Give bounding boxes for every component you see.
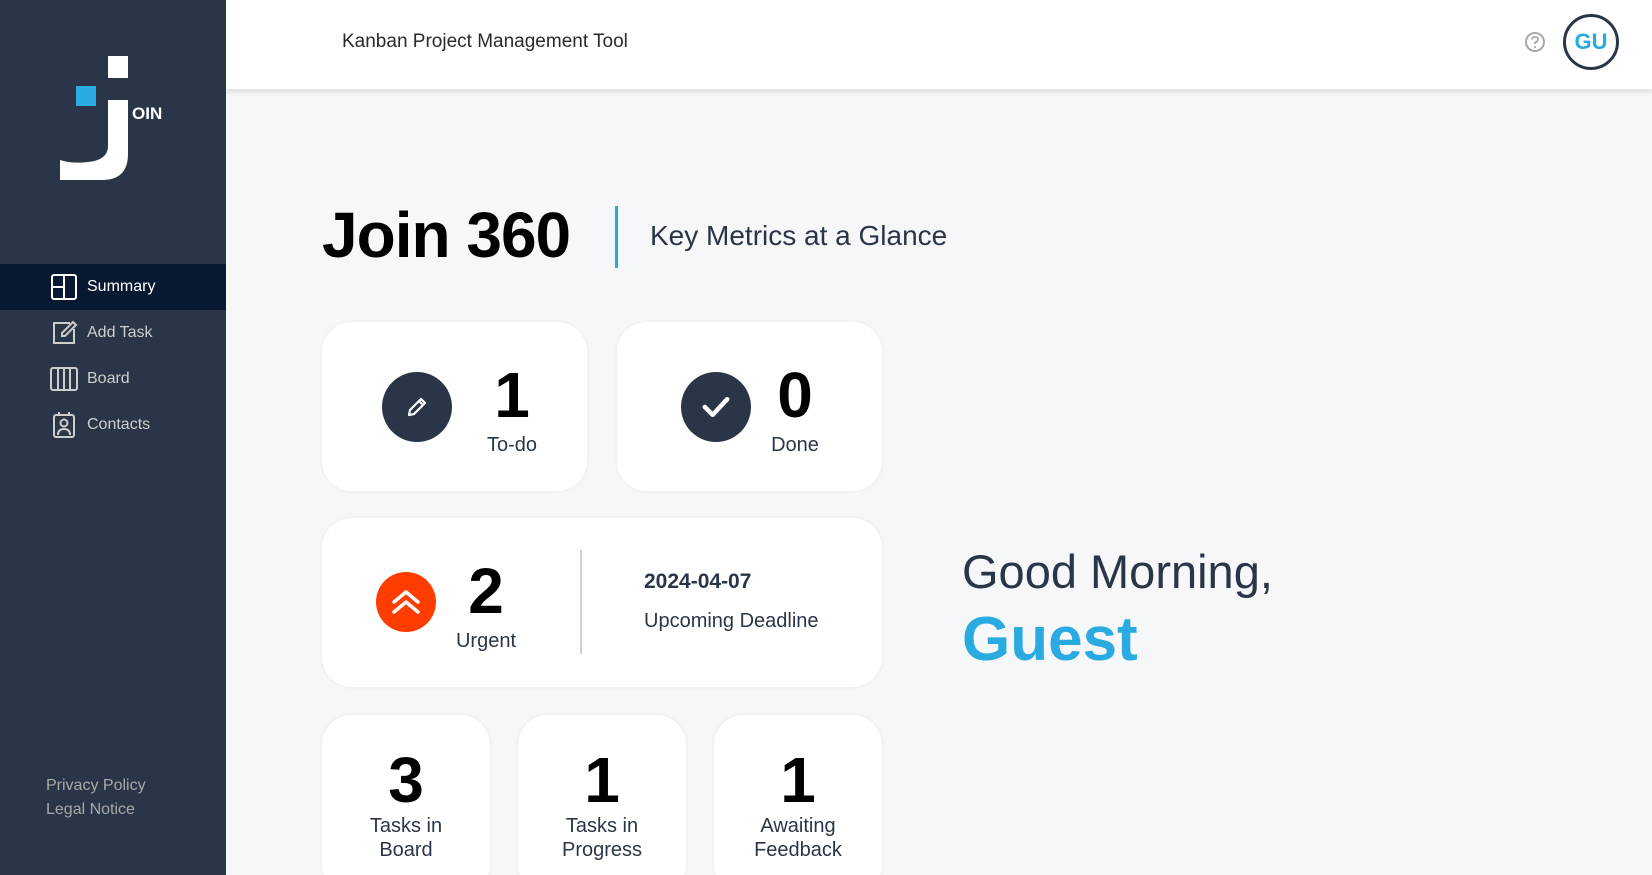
board-label-line2: Board: [379, 839, 433, 861]
tasks-in-progress-card[interactable]: 1 Tasks in Progress: [518, 715, 686, 875]
sidebar-item-label: Summary: [87, 278, 156, 295]
title-divider: [615, 206, 618, 268]
add-task-icon: [50, 319, 78, 347]
privacy-policy-link[interactable]: Privacy Policy: [46, 774, 146, 798]
done-count: 0: [777, 359, 813, 431]
sidebar-item-label: Board: [87, 370, 130, 387]
help-icon[interactable]: [1524, 31, 1546, 53]
todo-label: To-do: [486, 434, 538, 456]
todo-card[interactable]: 1 To-do: [322, 322, 587, 491]
sidebar-item-label: Add Task: [87, 324, 153, 341]
user-avatar[interactable]: GU: [1563, 14, 1619, 70]
greeting-text: Good Morning,: [962, 545, 1273, 598]
pencil-icon: [382, 372, 452, 442]
board-icon: [50, 365, 78, 393]
urgent-divider: [580, 550, 582, 654]
awaiting-feedback-card[interactable]: 1 Awaiting Feedback: [714, 715, 882, 875]
progress-label-line1: Tasks in: [565, 815, 639, 837]
sidebar: OIN Summary Add Task Board Contacts Priv…: [0, 0, 226, 875]
sidebar-item-summary[interactable]: Summary: [0, 264, 226, 310]
sidebar-item-label: Contacts: [87, 416, 151, 433]
tasks-in-board-card[interactable]: 3 Tasks in Board: [322, 715, 490, 875]
feedback-count: 1: [780, 744, 816, 816]
urgent-count: 2: [468, 555, 504, 627]
sidebar-item-add-task[interactable]: Add Task: [0, 310, 226, 356]
summary-icon: [50, 273, 78, 301]
todo-count: 1: [494, 359, 530, 431]
deadline-date: 2024-04-07: [644, 570, 752, 593]
board-label-line1: Tasks in: [369, 815, 443, 837]
feedback-label-line1: Awaiting: [760, 815, 836, 837]
check-icon: [681, 372, 751, 442]
feedback-label-line2: Feedback: [754, 839, 842, 861]
progress-count: 1: [584, 744, 620, 816]
header-title: Kanban Project Management Tool: [342, 31, 628, 52]
sidebar-nav: Summary Add Task Board Contacts: [0, 264, 226, 448]
sidebar-item-contacts[interactable]: Contacts: [0, 402, 226, 448]
double-chevron-up-icon: [376, 572, 436, 632]
page-subtitle: Key Metrics at a Glance: [650, 220, 948, 251]
progress-label-line2: Progress: [561, 839, 643, 861]
sidebar-item-board[interactable]: Board: [0, 356, 226, 402]
urgent-label: Urgent: [455, 630, 517, 652]
contacts-icon: [50, 411, 78, 439]
logo-text: OIN: [132, 104, 163, 123]
greeting-name: Guest: [962, 605, 1138, 674]
urgent-card[interactable]: 2 Urgent 2024-04-07 Upcoming Deadline: [322, 518, 882, 687]
done-label: Done: [771, 434, 819, 456]
done-card[interactable]: 0 Done: [617, 322, 882, 491]
sidebar-footer: Privacy Policy Legal Notice: [46, 774, 146, 822]
deadline-label: Upcoming Deadline: [644, 610, 819, 632]
header: Kanban Project Management Tool GU: [226, 0, 1652, 89]
page-title: Join 360: [322, 199, 571, 271]
legal-notice-link[interactable]: Legal Notice: [46, 798, 146, 822]
board-count: 3: [388, 744, 424, 816]
